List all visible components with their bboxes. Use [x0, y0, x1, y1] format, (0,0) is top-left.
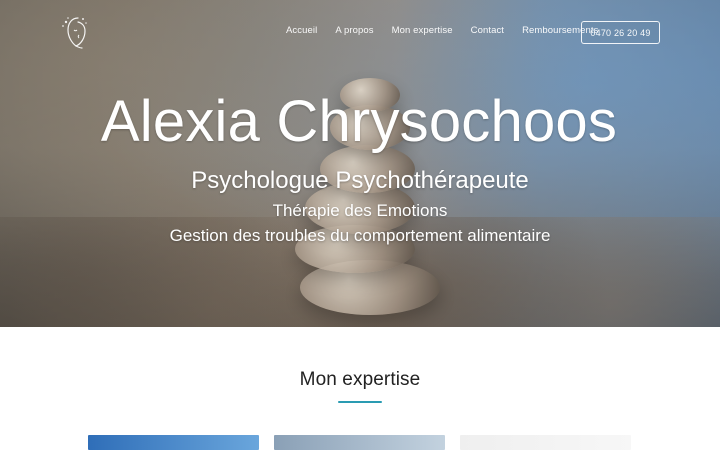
expertise-card-image[interactable] — [460, 435, 631, 450]
hero-line-therapie: Thérapie des Emotions — [272, 201, 448, 220]
top-nav: Accueil A propos Mon expertise Contact R… — [0, 0, 720, 70]
expertise-card-image[interactable] — [274, 435, 445, 450]
hero-subtitle: Psychologue Psychothérapeute — [191, 167, 529, 194]
hero-line-gestion: Gestion des troubles du comportement ali… — [169, 226, 551, 245]
hero-name: Alexia Chrysochoos — [100, 89, 618, 154]
section-title-underline — [338, 401, 382, 403]
nav-link-mon-expertise[interactable]: Mon expertise — [392, 25, 453, 36]
expertise-card-image[interactable] — [88, 435, 259, 450]
hero-text: Alexia Chrysochoos Psychologue Psychothé… — [0, 86, 720, 247]
expertise-section: Mon expertise — [0, 327, 720, 450]
main-menu: Accueil A propos Mon expertise Contact R… — [286, 25, 598, 36]
section-title: Mon expertise — [299, 369, 421, 390]
nav-link-a-propos[interactable]: A propos — [335, 25, 373, 36]
nav-link-accueil[interactable]: Accueil — [286, 25, 317, 36]
face-logo-icon[interactable] — [56, 12, 96, 56]
phone-button[interactable]: 0470 26 20 49 — [581, 21, 660, 44]
hero: Accueil A propos Mon expertise Contact R… — [0, 0, 720, 327]
nav-link-contact[interactable]: Contact — [471, 25, 504, 36]
